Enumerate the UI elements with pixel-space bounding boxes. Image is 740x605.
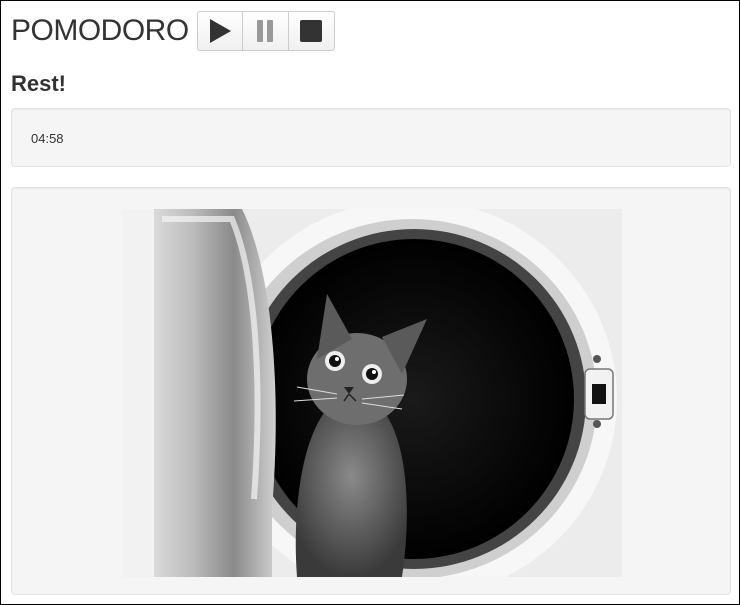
timer-controls [196,11,335,51]
stop-icon [300,20,323,42]
timer-display: 04:58 [31,131,64,146]
play-button[interactable] [196,11,243,51]
timer-panel: 04:58 [11,108,731,167]
app-title: POMODORO [11,14,189,47]
image-panel [11,187,731,595]
cat-image [122,209,622,577]
play-icon [209,19,231,43]
app-frame: POMODORO Rest! 04:58 [0,0,740,605]
pause-button[interactable] [242,11,289,51]
header: POMODORO [11,11,335,51]
stop-button[interactable] [288,11,335,51]
status-heading: Rest! [11,71,67,96]
pause-icon [257,20,274,42]
